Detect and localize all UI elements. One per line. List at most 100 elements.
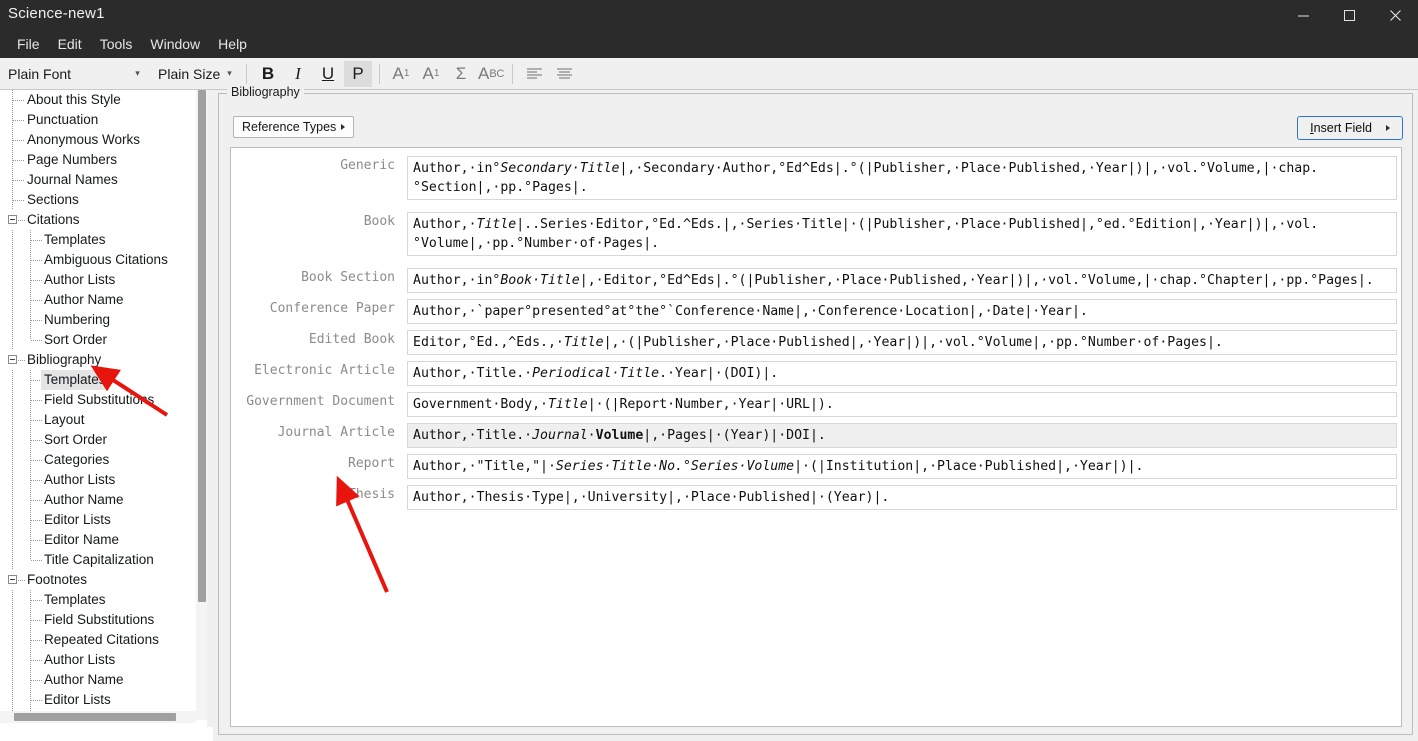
tree-item-label: Footnotes [27, 572, 88, 587]
spellcheck-button[interactable]: A BC [477, 61, 505, 87]
tree-item-author-name[interactable]: Author Name [0, 490, 196, 510]
template-row-field[interactable]: Author,·Title|..Series·Editor,°Ed.^Eds.|… [407, 212, 1397, 256]
templates-editor[interactable]: Generic Author,·in°Secondary·Title|,·Seco… [230, 147, 1402, 727]
tree-item-field-substitutions[interactable]: Field Substitutions [0, 610, 196, 630]
tree-horizontal-scrollbar[interactable] [0, 711, 196, 723]
template-row-field[interactable]: Author,·in°Secondary·Title|,·Secondary·A… [407, 156, 1397, 200]
tree-item-ambiguous-citations[interactable]: Ambiguous Citations [0, 250, 196, 270]
template-row-edited-book[interactable]: Edited Book Editor,°Ed.,^Eds.,·Title|,·(|… [231, 330, 1401, 355]
tree-item-author-lists[interactable]: Author Lists [0, 470, 196, 490]
tree-item-page-numbers[interactable]: Page Numbers [0, 150, 196, 170]
tree-collapse-icon[interactable] [8, 355, 17, 364]
tree-item-bibliography[interactable]: Bibliography [0, 350, 196, 370]
tree-connector-line [31, 660, 42, 661]
plain-format-button[interactable]: P [344, 60, 372, 87]
tree-connector-line [30, 330, 31, 340]
align-justify-button[interactable] [550, 61, 578, 87]
tree-item-author-lists[interactable]: Author Lists [0, 650, 196, 670]
tree-item-citations[interactable]: Citations [0, 210, 196, 230]
tree-item-author-lists[interactable]: Author Lists [0, 270, 196, 290]
template-row-government-document[interactable]: Government Document Government·Body,·Titl… [231, 392, 1401, 417]
tree-item-label: Field Substitutions [44, 612, 155, 627]
template-row-generic[interactable]: Generic Author,·in°Secondary·Title|,·Seco… [231, 156, 1401, 200]
template-row-field[interactable]: Author,·`paper°presented°at°the°`Confere… [407, 299, 1397, 324]
chevron-down-icon[interactable]: ▾ [130, 64, 145, 84]
superscript-button[interactable]: A1 [387, 61, 415, 87]
tree-item-templates[interactable]: Templates [0, 590, 196, 610]
template-row-field[interactable]: Author,·"Title,"|·Series·Title·No.°Serie… [407, 454, 1397, 479]
tree-connector-line [18, 580, 26, 581]
menu-item-window[interactable]: Window [141, 33, 209, 55]
template-row-conference-paper[interactable]: Conference Paper Author,·`paper°presented… [231, 299, 1401, 324]
style-sections-tree[interactable]: About this Style Punctuation Anonymous Wor… [0, 90, 210, 727]
template-row-journal-article[interactable]: Journal Article Author,·Title.·Journal·Vo… [231, 423, 1401, 448]
template-row-field[interactable]: Government·Body,·Title|·(|Report·Number,… [407, 392, 1397, 417]
template-row-thesis[interactable]: Thesis Author,·Thesis·Type|,·University|,… [231, 485, 1401, 510]
chevron-down-icon[interactable]: ▾ [222, 64, 237, 84]
tree-connector-line [12, 390, 13, 410]
close-button[interactable] [1372, 0, 1418, 30]
italic-button[interactable]: I [284, 61, 312, 87]
maximize-button[interactable] [1326, 0, 1372, 30]
reference-types-button[interactable]: Reference Types [233, 116, 355, 138]
tree-item-punctuation[interactable]: Punctuation [0, 110, 196, 130]
tree-item-title-capitalization[interactable]: Title Capitalization [0, 550, 196, 570]
template-row-report[interactable]: Report Author,·"Title,"|·Series·Title·No.… [231, 454, 1401, 479]
tree-item-author-name[interactable]: Author Name [0, 290, 196, 310]
template-row-field[interactable]: Author,·Title.·Journal·Volume|,·Pages|·(… [407, 423, 1397, 448]
tree-item-anonymous-works[interactable]: Anonymous Works [0, 130, 196, 150]
subscript-button[interactable]: A1 [417, 61, 445, 87]
tree-item-label: Field Substitutions [44, 392, 155, 407]
menu-item-tools[interactable]: Tools [91, 33, 142, 55]
menu-item-file[interactable]: File [8, 33, 49, 55]
tree-item-layout[interactable]: Layout [0, 410, 196, 430]
tree-connector-line [31, 700, 42, 701]
tree-item-sort-order[interactable]: Sort Order [0, 330, 196, 350]
tree-connector-line [31, 640, 42, 641]
tree-item-editor-lists[interactable]: Editor Lists [0, 510, 196, 530]
insert-field-button[interactable]: Insert Field [1297, 116, 1403, 140]
minimize-button[interactable] [1280, 0, 1326, 30]
template-row-field[interactable]: Editor,°Ed.,^Eds.,·Title|,·(|Publisher,·… [407, 330, 1397, 355]
tree-vertical-scroll-thumb[interactable] [198, 90, 206, 602]
tree-item-templates[interactable]: Templates [0, 230, 196, 250]
tree-item-author-name[interactable]: Author Name [0, 670, 196, 690]
insert-symbol-button[interactable]: Σ [447, 61, 475, 87]
align-left-button[interactable] [520, 61, 548, 87]
tree-collapse-icon[interactable] [8, 575, 17, 584]
tree-item-categories[interactable]: Categories [0, 450, 196, 470]
template-row-field[interactable]: Author,·Title.·Periodical·Title.·Year|·(… [407, 361, 1397, 386]
tree-item-field-substitutions[interactable]: Field Substitutions [0, 390, 196, 410]
tree-connector-line [13, 140, 25, 141]
underline-button[interactable]: U [314, 61, 342, 87]
font-family-select[interactable]: Plain Font ▾ [2, 63, 148, 85]
template-row-label: Conference Paper [269, 301, 395, 316]
tree-collapse-icon[interactable] [8, 215, 17, 224]
template-row-electronic-article[interactable]: Electronic Article Author,·Title.·Periodi… [231, 361, 1401, 386]
tree-item-label: Templates [41, 370, 109, 390]
tree-connector-line [12, 650, 13, 670]
tree-item-sort-order[interactable]: Sort Order [0, 430, 196, 450]
tree-item-about-this-style[interactable]: About this Style [0, 90, 196, 110]
font-size-select[interactable]: Plain Size ▾ [152, 63, 240, 85]
menu-item-help[interactable]: Help [209, 33, 256, 55]
template-row-book[interactable]: Book Author,·Title|..Series·Editor,°Ed.^E… [231, 212, 1401, 256]
tree-item-editor-name[interactable]: Editor Name [0, 530, 196, 550]
spellcheck-a: A [477, 63, 490, 83]
tree-horizontal-scroll-thumb[interactable] [14, 713, 176, 721]
tree-item-editor-lists[interactable]: Editor Lists [0, 690, 196, 710]
tree-item-journal-names[interactable]: Journal Names [0, 170, 196, 190]
tree-connector-line [31, 300, 42, 301]
tree-item-repeated-citations[interactable]: Repeated Citations [0, 630, 196, 650]
template-row-field[interactable]: Author,·in°Book·Title|,·Editor,°Ed^Eds|.… [407, 268, 1397, 293]
tree-item-numbering[interactable]: Numbering [0, 310, 196, 330]
template-row-field[interactable]: Author,·Thesis·Type|,·University|,·Place… [407, 485, 1397, 510]
tree-item-footnotes[interactable]: Footnotes [0, 570, 196, 590]
tree-item-sections[interactable]: Sections [0, 190, 196, 210]
tree-connector-line [12, 410, 13, 430]
menu-item-edit[interactable]: Edit [49, 33, 91, 55]
template-row-book-section[interactable]: Book Section Author,·in°Book·Title|,·Edit… [231, 268, 1401, 293]
tree-item-label: Templates [44, 592, 106, 607]
bold-button[interactable]: B [254, 61, 282, 87]
tree-item-templates[interactable]: Templates [0, 370, 196, 390]
